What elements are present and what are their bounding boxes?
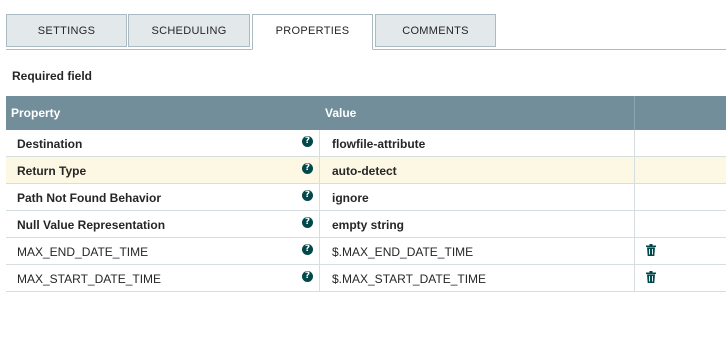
property-cell: MAX_END_DATE_TIME ?	[6, 238, 320, 264]
property-value: $.MAX_END_DATE_TIME	[332, 245, 474, 259]
value-cell[interactable]: $.MAX_END_DATE_TIME	[320, 238, 635, 264]
property-name: MAX_END_DATE_TIME	[17, 245, 149, 259]
header-value: Value	[325, 106, 357, 120]
value-cell[interactable]: flowfile-attribute	[320, 130, 635, 156]
tab-settings[interactable]: SETTINGS	[6, 14, 127, 47]
table-row[interactable]: Destination ? flowfile-attribute	[6, 130, 726, 157]
property-cell: Destination ?	[6, 130, 320, 156]
help-icon[interactable]: ?	[302, 190, 313, 201]
property-cell: MAX_START_DATE_TIME ?	[6, 265, 320, 291]
table-row[interactable]: Return Type ? auto-detect	[6, 157, 726, 184]
tab-bar: SETTINGS SCHEDULING PROPERTIES COMMENTS	[6, 14, 726, 50]
property-cell: Return Type ?	[6, 157, 320, 183]
value-cell[interactable]: ignore	[320, 184, 635, 210]
property-value: $.MAX_START_DATE_TIME	[332, 272, 487, 286]
value-cell[interactable]: $.MAX_START_DATE_TIME	[320, 265, 635, 291]
property-name: MAX_START_DATE_TIME	[17, 272, 162, 286]
table-row[interactable]: MAX_START_DATE_TIME ? $.MAX_START_DATE_T…	[6, 265, 726, 292]
help-icon[interactable]: ?	[302, 163, 313, 174]
header-property: Property	[11, 106, 61, 120]
property-value: empty string	[332, 218, 405, 232]
properties-table: Property Value Destination ? flowfile-at…	[6, 96, 726, 292]
help-icon[interactable]: ?	[302, 271, 313, 282]
help-icon[interactable]: ?	[302, 244, 313, 255]
tab-properties[interactable]: PROPERTIES	[252, 14, 373, 50]
property-cell: Path Not Found Behavior ?	[6, 184, 320, 210]
property-name: Path Not Found Behavior	[17, 191, 161, 205]
help-icon[interactable]: ?	[302, 136, 313, 147]
table-header: Property Value	[6, 96, 726, 130]
value-cell[interactable]: empty string	[320, 211, 635, 237]
tab-comments[interactable]: COMMENTS	[375, 14, 496, 47]
processor-config-dialog: SETTINGS SCHEDULING PROPERTIES COMMENTS …	[0, 0, 726, 359]
property-cell: Null Value Representation ?	[6, 211, 320, 237]
property-name: Null Value Representation	[17, 218, 166, 232]
property-value: auto-detect	[332, 164, 397, 178]
table-row[interactable]: Null Value Representation ? empty string	[6, 211, 726, 238]
property-name: Destination	[17, 137, 83, 151]
help-icon[interactable]: ?	[302, 217, 313, 228]
property-name: Return Type	[17, 164, 87, 178]
tab-scheduling[interactable]: SCHEDULING	[128, 14, 250, 47]
required-field-label: Required field	[12, 69, 93, 83]
trash-icon[interactable]	[646, 244, 656, 256]
header-divider	[634, 96, 635, 130]
property-value: flowfile-attribute	[332, 137, 426, 151]
table-row[interactable]: MAX_END_DATE_TIME ? $.MAX_END_DATE_TIME	[6, 238, 726, 265]
table-row[interactable]: Path Not Found Behavior ? ignore	[6, 184, 726, 211]
trash-icon[interactable]	[646, 271, 656, 283]
value-cell[interactable]: auto-detect	[320, 157, 635, 183]
property-value: ignore	[332, 191, 369, 205]
